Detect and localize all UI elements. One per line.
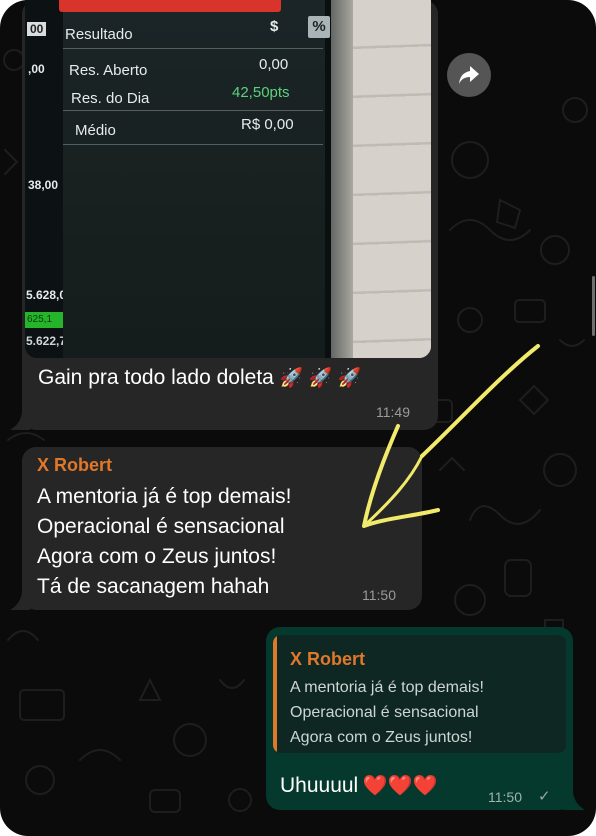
photo-number: 38,00 [28,178,59,192]
photo-row-value: R$ 0,00 [241,116,294,133]
message-line: A mentoria já é top demais! [37,485,292,508]
photo-row-label: Res. do Dia [71,90,150,107]
quote-line: A mentoria já é top demais! [290,679,484,696]
outgoing-text: Uhuuuul ❤️❤️❤️ [280,773,437,798]
photo-row-label: Médio [75,122,116,139]
photo-number: 625,1 [27,314,53,325]
photo-caption: Gain pra todo lado doleta 🚀 🚀 🚀 [38,366,361,390]
photo-currency-symbol: $ [270,18,279,35]
bubble-tail [10,584,30,610]
quote-line: Agora com o Zeus juntos! [290,729,473,746]
photo-number: ,00 [28,62,45,76]
photo-wall [353,0,431,358]
message-time: 11:50 [488,789,522,805]
message-line: Operacional é sensacional [37,515,285,538]
heart-emoji: ❤️❤️❤️ [362,775,438,797]
bubble-tail [10,404,30,430]
outgoing-text-body: Uhuuuul [280,774,359,797]
rocket-emoji: 🚀 🚀 🚀 [279,368,362,389]
forward-arrow-icon [459,66,479,84]
chat-screen: 00 ,00 38,00 5.628,00 625,1 5.622,7 Resu… [0,0,596,836]
message-time: 11:50 [362,587,396,603]
quote-sender-name: X Robert [290,649,366,669]
photo-number: 00 [27,22,47,36]
photo-result-panel: Resultado $ % Res. Aberto 0,00 Res. do D… [63,0,331,358]
sender-name: X Robert [37,455,113,475]
message-line: Agora com o Zeus juntos! [37,545,277,568]
photo-row-value: 0,00 [259,56,289,73]
photo-red-bar [59,0,281,12]
quoted-message[interactable]: X Robert A mentoria já é top demais! Ope… [273,635,566,753]
message-line: Tá de sacanagem hahah [37,575,270,598]
photo-separator [63,48,323,49]
photo-panel-header: Resultado [65,26,133,43]
quote-line: Operacional é sensacional [290,704,479,721]
photo-separator [63,144,323,145]
photo-row-value: 42,50pts [232,84,290,101]
annotation-arrow [362,344,540,528]
sent-check-icon: ✓ [538,788,551,805]
photo-percent-box: % [308,16,330,38]
scrollbar[interactable] [592,276,595,336]
forward-share-icon[interactable] [447,53,491,97]
quote-accent-bar [273,635,277,753]
photo-row-label: Res. Aberto [69,62,148,79]
photo-percent-symbol: % [312,18,326,35]
photo-separator [63,110,323,111]
outgoing-message-bubble[interactable]: X Robert A mentoria já é top demais! Ope… [266,627,573,810]
caption-text: Gain pra todo lado doleta [38,366,274,389]
trading-screen-photo[interactable]: 00 ,00 38,00 5.628,00 625,1 5.622,7 Resu… [25,0,431,358]
photo-number: 5.622,7 [26,334,67,348]
